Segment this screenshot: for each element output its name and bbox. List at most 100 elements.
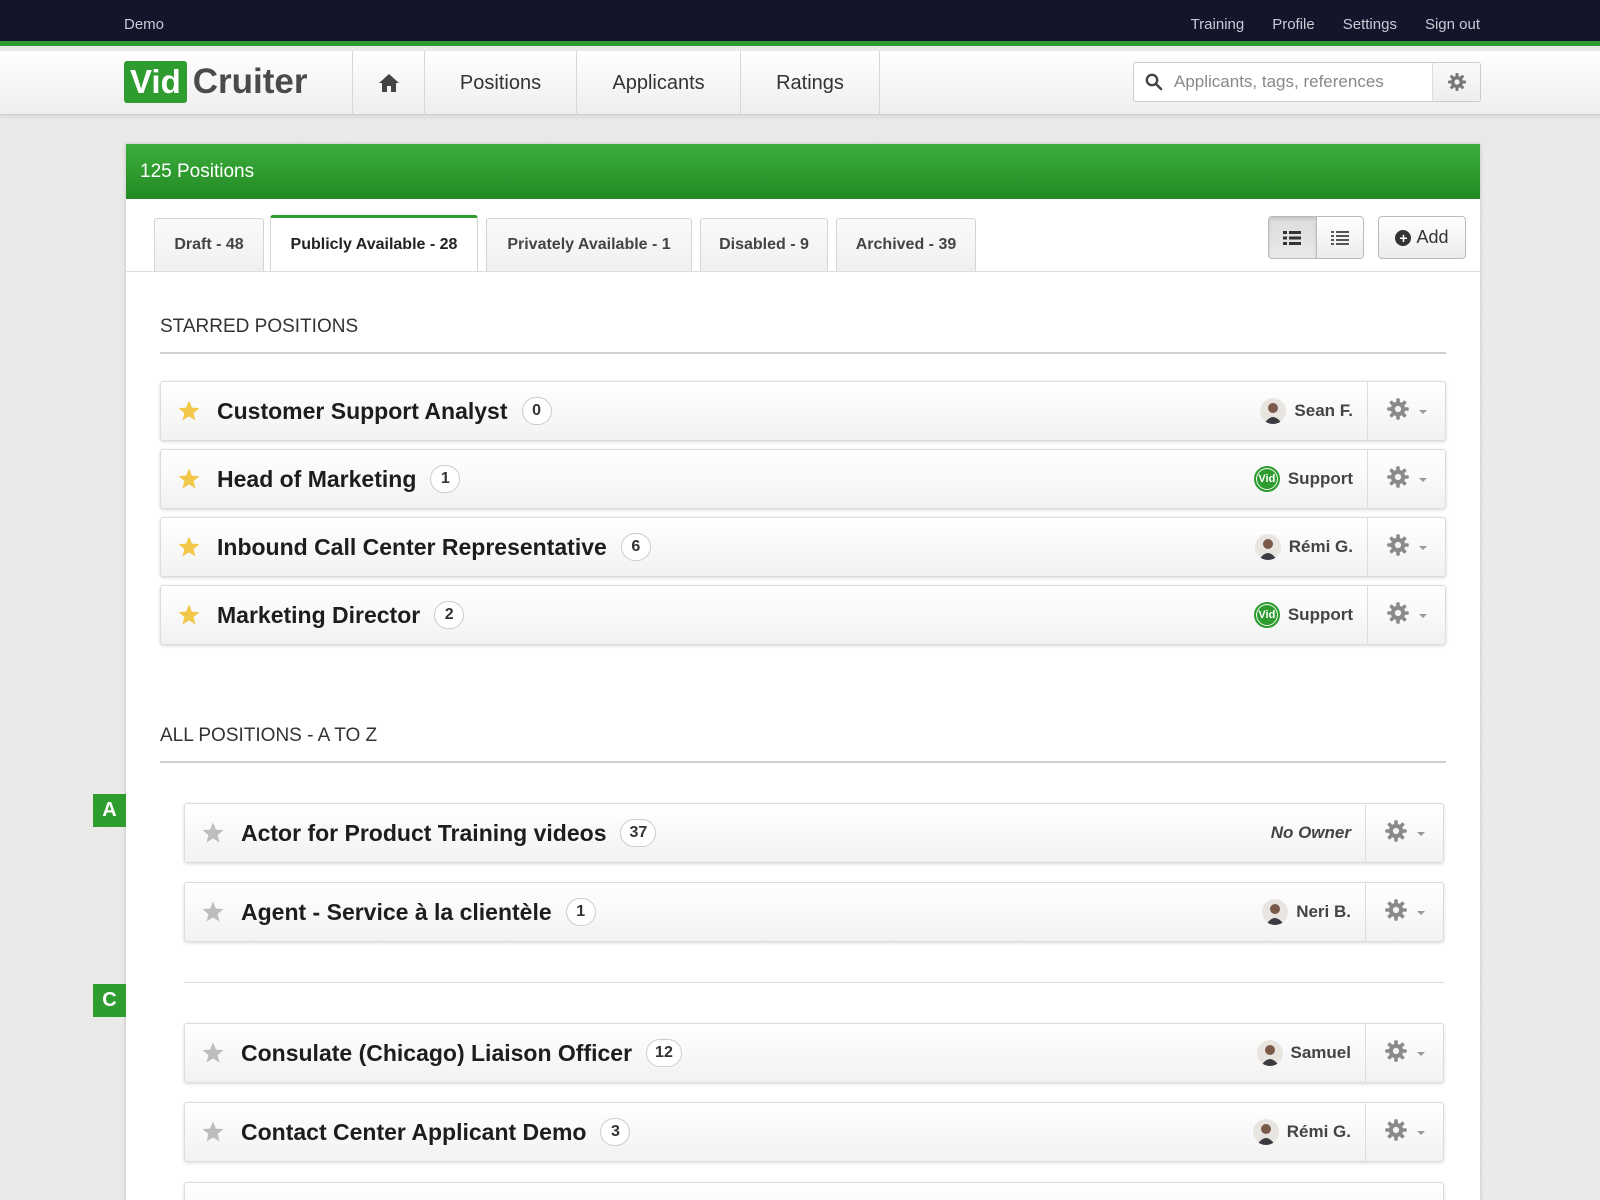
star-icon[interactable] [161, 603, 217, 627]
chevron-down-icon [1418, 470, 1428, 488]
add-position-button[interactable]: + Add [1378, 216, 1466, 259]
star-icon[interactable] [161, 467, 217, 491]
position-title[interactable]: Agent - Service à la clientèle [241, 899, 552, 926]
chevron-down-icon [1418, 606, 1428, 624]
gear-icon [1384, 898, 1408, 927]
owner-name: Support [1287, 469, 1353, 488]
position-title[interactable]: Head of Marketing [217, 466, 416, 493]
owner-name: Rémi G. [1286, 1122, 1351, 1141]
position-row[interactable]: Consulate (Chicago) Liaison Officer 12 Sam… [184, 1023, 1444, 1083]
detailed-list-view-button[interactable] [1269, 217, 1317, 258]
search-input[interactable] [1174, 72, 1430, 92]
letter-marker-a[interactable]: A [93, 794, 126, 827]
position-row[interactable]: Actor for Product Training videos 37 No Ow… [184, 803, 1444, 863]
gear-icon [1384, 819, 1408, 848]
chevron-down-icon [1418, 402, 1428, 420]
chevron-down-icon [1418, 538, 1428, 556]
table-row-partial[interactable] [184, 1182, 1444, 1200]
star-icon[interactable] [161, 399, 217, 423]
starred-section-title: STARRED POSITIONS [160, 316, 1446, 354]
applicant-count-badge: 2 [434, 601, 465, 629]
position-row[interactable]: Head of Marketing 1 Vid Support [160, 449, 1446, 509]
position-title[interactable]: Customer Support Analyst [217, 398, 508, 425]
row-actions-dropdown[interactable] [1367, 518, 1445, 576]
row-actions-dropdown[interactable] [1367, 586, 1445, 644]
owner-name: Sean F. [1294, 401, 1353, 420]
search-settings-gear-icon[interactable] [1432, 63, 1480, 101]
account-name[interactable]: Demo [124, 16, 164, 33]
star-icon[interactable] [185, 1120, 241, 1144]
position-row[interactable]: Inbound Call Center Representative 6 Rémi … [160, 517, 1446, 577]
nav-ratings[interactable]: Ratings [740, 51, 880, 115]
position-owner: Samuel [1256, 1040, 1365, 1066]
owner-name: Support [1287, 605, 1353, 624]
compact-list-icon [1330, 230, 1349, 245]
search-box [1133, 62, 1481, 102]
applicant-count-badge: 3 [600, 1118, 631, 1146]
star-icon[interactable] [185, 821, 241, 845]
avatar [1254, 534, 1281, 560]
vidcruiter-support-avatar: Vid [1253, 602, 1280, 628]
owner-name: Samuel [1290, 1043, 1351, 1062]
top-bar: Demo Training Profile Settings Sign out [0, 0, 1600, 46]
tab-draft[interactable]: Draft - 48 [154, 218, 264, 271]
position-row[interactable]: Agent - Service à la clientèle 1 Neri B. [184, 882, 1444, 942]
position-row[interactable]: Customer Support Analyst 0 Sean F. [160, 381, 1446, 441]
nav-positions[interactable]: Positions [424, 51, 576, 115]
tab-archived[interactable]: Archived - 39 [836, 218, 976, 271]
gear-icon [1386, 397, 1410, 426]
star-icon[interactable] [161, 535, 217, 559]
all-positions-section-title: ALL POSITIONS - A TO Z [160, 725, 1446, 763]
applicant-count-badge: 1 [430, 465, 461, 493]
nav-home[interactable] [352, 51, 424, 115]
row-actions-dropdown[interactable] [1365, 1103, 1443, 1161]
row-actions-dropdown[interactable] [1367, 382, 1445, 440]
star-icon[interactable] [185, 1041, 241, 1065]
position-row[interactable]: Contact Center Applicant Demo 3 Rémi G. [184, 1102, 1444, 1162]
applicant-count-badge: 6 [620, 533, 651, 561]
detailed-list-icon [1283, 230, 1302, 245]
vidcruiter-support-avatar: Vid [1253, 466, 1280, 492]
position-title[interactable]: Marketing Director [217, 602, 420, 629]
position-owner: Rémi G. [1252, 1119, 1365, 1145]
profile-link[interactable]: Profile [1272, 16, 1315, 33]
position-title[interactable]: Contact Center Applicant Demo [241, 1119, 586, 1146]
sign-out-link[interactable]: Sign out [1425, 16, 1480, 33]
applicant-count-badge: 1 [565, 898, 596, 926]
row-actions-dropdown[interactable] [1365, 1024, 1443, 1082]
position-title[interactable]: Inbound Call Center Representative [217, 534, 607, 561]
top-links: Training Profile Settings Sign out [1191, 16, 1480, 33]
tab-publicly-available[interactable]: Publicly Available - 28 [270, 215, 478, 271]
compact-list-view-button[interactable] [1316, 217, 1363, 258]
chevron-down-icon [1416, 1123, 1426, 1141]
letter-marker-c[interactable]: C [93, 984, 126, 1017]
position-row[interactable]: Marketing Director 2 Vid Support [160, 585, 1446, 645]
gear-icon [1386, 533, 1410, 562]
nav-applicants[interactable]: Applicants [576, 51, 740, 115]
position-owner: No Owner [1271, 823, 1365, 843]
tabs-divider [126, 271, 1480, 272]
position-owner: Vid Support [1253, 466, 1367, 492]
gear-icon [1384, 1039, 1408, 1068]
avatar [1262, 899, 1289, 925]
tab-disabled[interactable]: Disabled - 9 [700, 218, 828, 271]
settings-link[interactable]: Settings [1343, 16, 1397, 33]
plus-circle-icon: + [1395, 229, 1412, 246]
applicant-count-badge: 12 [646, 1039, 682, 1067]
tab-privately-available[interactable]: Privately Available - 1 [486, 218, 692, 271]
row-actions-dropdown[interactable] [1365, 804, 1443, 862]
add-label: Add [1416, 227, 1449, 247]
training-link[interactable]: Training [1191, 16, 1245, 33]
gear-icon [1386, 601, 1410, 630]
star-icon[interactable] [185, 900, 241, 924]
chevron-down-icon [1416, 903, 1426, 921]
search-icon [1134, 73, 1174, 91]
position-owner: Vid Support [1253, 602, 1367, 628]
avatar [1252, 1119, 1279, 1145]
row-actions-dropdown[interactable] [1365, 883, 1443, 941]
vidcruiter-logo[interactable]: Vid Cruiter [124, 61, 308, 103]
position-title[interactable]: Actor for Product Training videos [241, 820, 606, 847]
chevron-down-icon [1416, 1044, 1426, 1062]
row-actions-dropdown[interactable] [1367, 450, 1445, 508]
position-title[interactable]: Consulate (Chicago) Liaison Officer [241, 1040, 632, 1067]
